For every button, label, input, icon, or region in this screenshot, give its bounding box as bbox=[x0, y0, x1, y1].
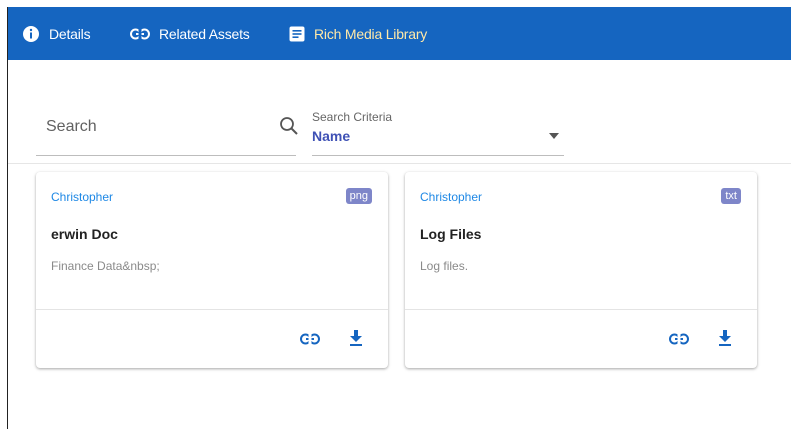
info-icon bbox=[22, 25, 40, 43]
search-toolbar: Search Criteria Name bbox=[8, 60, 791, 164]
file-type-badge: txt bbox=[721, 188, 741, 204]
asset-card[interactable]: Christopher png erwin Doc Finance Data&n… bbox=[36, 172, 388, 368]
link-icon[interactable] bbox=[669, 332, 689, 350]
asset-card[interactable]: Christopher txt Log Files Log files. bbox=[405, 172, 757, 368]
tab-related-assets-label: Related Assets bbox=[159, 25, 250, 42]
tab-details-label: Details bbox=[49, 25, 91, 42]
document-icon bbox=[289, 26, 305, 42]
card-owner-link[interactable]: Christopher bbox=[420, 190, 482, 204]
tab-related-assets[interactable]: Related Assets bbox=[130, 7, 250, 60]
search-criteria-select[interactable]: Search Criteria Name bbox=[312, 106, 564, 156]
card-description: Log files. bbox=[420, 259, 469, 273]
card-title: erwin Doc bbox=[51, 226, 118, 242]
download-icon[interactable] bbox=[718, 330, 732, 351]
search-criteria-value: Name bbox=[312, 128, 351, 144]
card-title: Log Files bbox=[420, 226, 482, 242]
tab-rich-media-library-label: Rich Media Library bbox=[314, 25, 428, 42]
search-input[interactable] bbox=[46, 114, 256, 140]
window-frame-left bbox=[7, 7, 8, 429]
file-type-badge: png bbox=[345, 188, 372, 204]
tab-details[interactable]: Details bbox=[22, 7, 91, 60]
tab-rich-media-library[interactable]: Rich Media Library bbox=[289, 7, 427, 60]
dropdown-arrow-icon bbox=[548, 127, 560, 145]
tab-bar: Details Related Assets Rich Media Librar… bbox=[8, 7, 791, 60]
link-icon[interactable] bbox=[300, 332, 320, 350]
card-divider bbox=[405, 309, 757, 310]
search-criteria-label: Search Criteria bbox=[312, 110, 393, 124]
card-divider bbox=[36, 309, 388, 310]
window-frame-top bbox=[0, 0, 791, 7]
card-description: Finance Data&nbsp; bbox=[51, 259, 160, 273]
card-owner-link[interactable]: Christopher bbox=[51, 190, 113, 204]
search-field bbox=[36, 106, 299, 156]
download-icon[interactable] bbox=[349, 330, 363, 351]
search-icon[interactable] bbox=[279, 116, 299, 141]
link-icon bbox=[130, 27, 150, 40]
